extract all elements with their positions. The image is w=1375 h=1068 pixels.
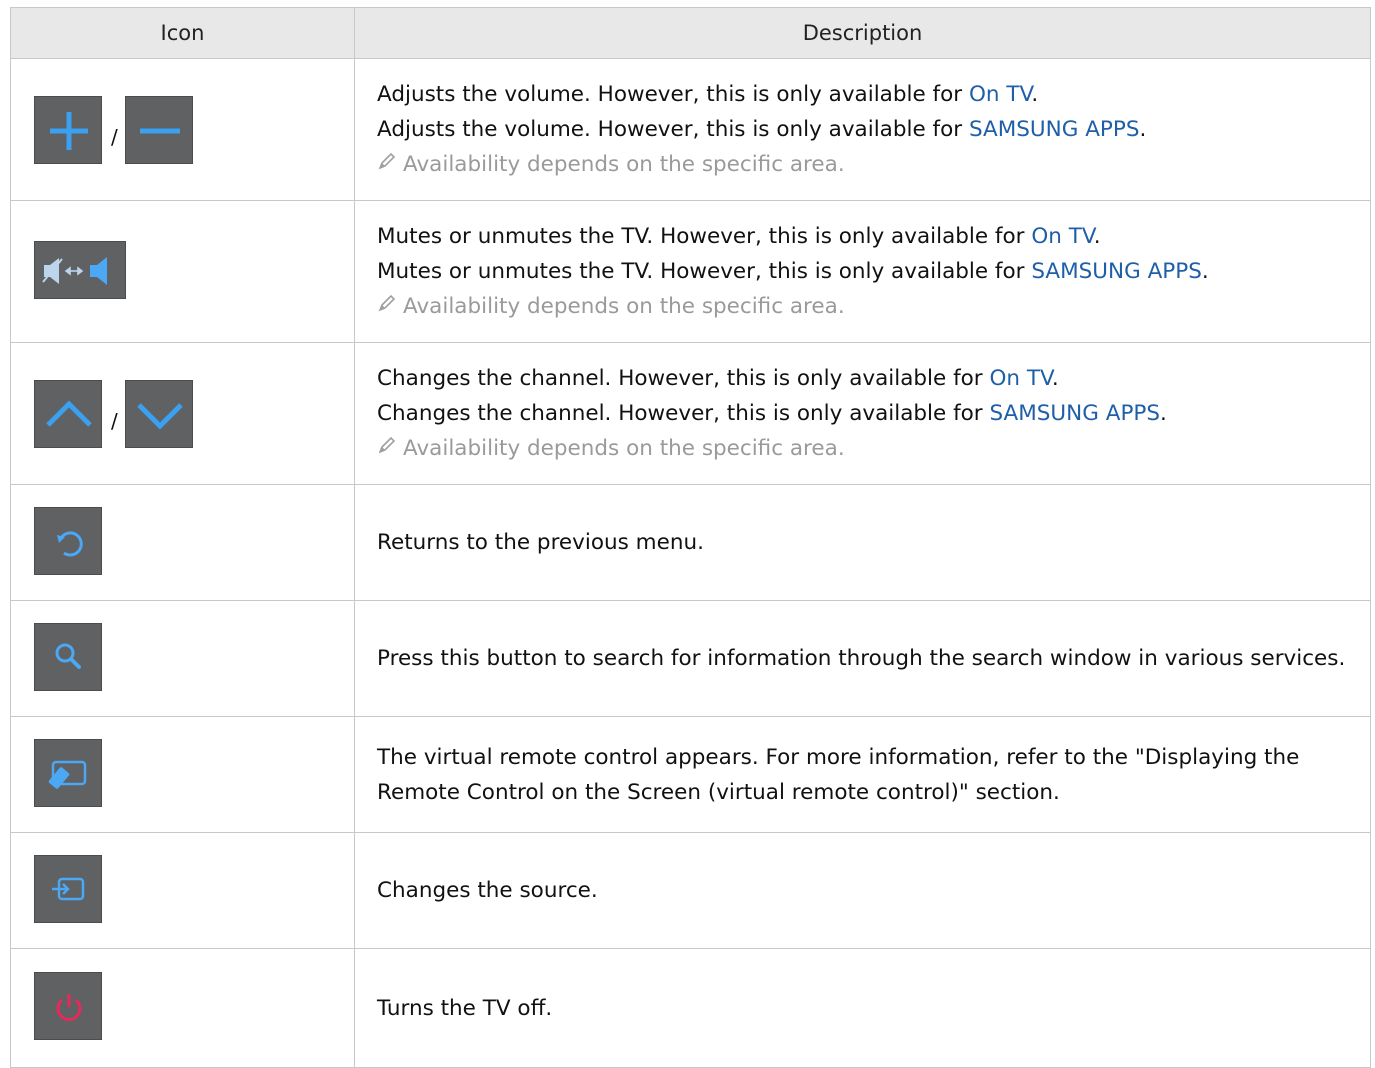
note: Availability depends on the specific are…	[377, 289, 1352, 324]
line-end: .	[1031, 82, 1039, 107]
note-text: Availability depends on the specific are…	[403, 152, 845, 177]
table-row: Press this button to search for informat…	[10, 600, 1371, 717]
table-row: Turns the TV off.	[10, 948, 1371, 1068]
pencil-icon	[377, 431, 403, 466]
icon-cell	[10, 832, 355, 949]
source-icon	[34, 854, 102, 923]
header-description: Description	[354, 7, 1371, 59]
note: Availability depends on the specific are…	[377, 431, 1352, 466]
icon-cell: /	[10, 58, 355, 201]
line-end: .	[1051, 366, 1059, 391]
virtual-remote-icon	[34, 738, 102, 807]
line-text: Mutes or unmutes the TV. However, this i…	[377, 259, 1032, 284]
description-text: Press this button to search for informat…	[377, 646, 1346, 671]
description-text: Turns the TV off.	[377, 995, 553, 1021]
link-samsung-apps[interactable]: SAMSUNG APPS	[969, 117, 1140, 142]
line-text: Changes the channel. However, this is on…	[377, 366, 990, 391]
table-row: Changes the source.	[10, 832, 1371, 949]
description-cell: Press this button to search for informat…	[354, 600, 1371, 717]
pencil-icon	[377, 147, 403, 182]
description-cell: Adjusts the volume. However, this is onl…	[354, 58, 1371, 201]
icon-cell	[10, 716, 355, 833]
mute-toggle-icon	[34, 240, 126, 299]
description-line: Mutes or unmutes the TV. However, this i…	[377, 219, 1352, 254]
description-cell: Mutes or unmutes the TV. However, this i…	[354, 200, 1371, 343]
line-end: .	[1093, 224, 1101, 249]
link-samsung-apps[interactable]: SAMSUNG APPS	[1031, 259, 1202, 284]
description-text: Changes the source.	[377, 878, 598, 903]
table-row: Mutes or unmutes the TV. However, this i…	[10, 200, 1371, 343]
description-cell: Changes the source.	[354, 832, 1371, 949]
description-line: Mutes or unmutes the TV. However, this i…	[377, 254, 1352, 289]
plus-icon	[34, 95, 102, 164]
description-cell: Changes the channel. However, this is on…	[354, 342, 1371, 485]
return-icon	[34, 506, 102, 575]
separator: /	[111, 124, 118, 149]
search-icon	[34, 622, 102, 691]
description-text: The virtual remote control appears. For …	[377, 744, 1300, 805]
chevron-down-icon	[124, 379, 193, 448]
link-samsung-apps[interactable]: SAMSUNG APPS	[989, 401, 1160, 426]
line-text: Adjusts the volume. However, this is onl…	[377, 82, 969, 107]
line-text: Adjusts the volume. However, this is onl…	[377, 117, 969, 142]
table-row: / Changes the channel. However, this is …	[10, 342, 1371, 485]
description-line: Adjusts the volume. However, this is onl…	[377, 77, 1352, 112]
icon-cell	[10, 200, 355, 343]
line-end: .	[1139, 117, 1147, 142]
table-row: / Adjusts the volume. However, this is o…	[10, 58, 1371, 201]
chevron-up-icon	[34, 379, 102, 448]
icon-description-table: Icon Description / Adjusts the volume. H…	[10, 7, 1371, 1068]
line-text: Mutes or unmutes the TV. However, this i…	[377, 224, 1032, 249]
line-end: .	[1160, 401, 1167, 426]
link-on-tv[interactable]: On TV	[1031, 224, 1093, 249]
line-end: .	[1201, 259, 1209, 284]
description-cell: Returns to the previous menu.	[354, 484, 1371, 601]
link-on-tv[interactable]: On TV	[989, 366, 1051, 391]
description-text: Returns to the previous menu.	[377, 530, 704, 555]
table-row: The virtual remote control appears. For …	[10, 716, 1371, 833]
note: Availability depends on the specific are…	[377, 147, 1352, 182]
table-header-row: Icon Description	[10, 7, 1371, 59]
link-on-tv[interactable]: On TV	[969, 82, 1031, 107]
description-cell: Turns the TV off.	[354, 948, 1371, 1068]
pencil-icon	[377, 289, 403, 324]
description-line: Adjusts the volume. However, this is onl…	[377, 112, 1352, 147]
note-text: Availability depends on the specific are…	[403, 294, 845, 319]
power-icon	[34, 972, 102, 1040]
icon-cell	[10, 600, 355, 717]
icon-cell	[10, 948, 355, 1068]
description-cell: The virtual remote control appears. For …	[354, 716, 1371, 833]
minus-icon	[124, 95, 193, 164]
icon-cell: /	[10, 342, 355, 485]
icon-cell	[10, 484, 355, 601]
table-row: Returns to the previous menu.	[10, 484, 1371, 601]
note-text: Availability depends on the specific are…	[403, 436, 845, 461]
separator: /	[111, 408, 118, 433]
description-line: Changes the channel. However, this is on…	[377, 396, 1352, 431]
header-icon: Icon	[10, 7, 355, 59]
line-text: Changes the channel. However, this is on…	[377, 401, 990, 426]
description-line: Changes the channel. However, this is on…	[377, 361, 1352, 396]
